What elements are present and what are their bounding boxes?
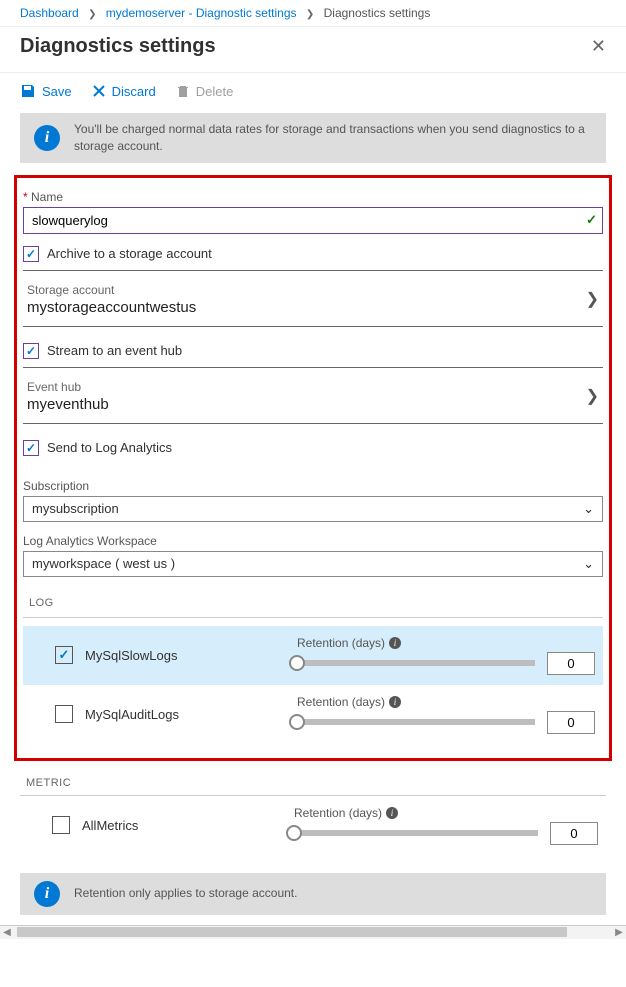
archive-label: Archive to a storage account [47,246,212,261]
subscription-select[interactable]: mysubscription ⌄ [23,496,603,522]
log-auditlogs-checkbox[interactable] [55,705,73,723]
metric-allmetrics-checkbox[interactable] [52,816,70,834]
chevron-right-icon: ❯ [586,386,599,406]
metric-row-allmetrics: AllMetrics Retention (days)i [20,796,606,855]
name-label: Name [23,190,603,204]
breadcrumb-current: Diagnostics settings [324,6,431,20]
chevron-right-icon: ❯ [306,9,314,20]
chevron-down-icon: ⌄ [583,556,594,572]
log-name: MySqlAuditLogs [85,707,285,722]
save-button[interactable]: Save [20,83,72,99]
archive-checkbox[interactable] [23,246,39,262]
event-hub-picker[interactable]: Event hub myeventhub ❯ [23,376,603,424]
stream-checkbox[interactable] [23,343,39,359]
info-banner-retention: i Retention only applies to storage acco… [20,873,606,915]
retention-slider[interactable] [297,719,535,725]
retention-days-input[interactable] [550,822,598,845]
log-section-header: LOG [29,597,603,609]
horizontal-scrollbar[interactable]: ◀ ▶ [0,925,626,939]
breadcrumb-server[interactable]: mydemoserver - Diagnostic settings [106,6,297,20]
discard-icon [92,84,106,98]
scroll-left-icon[interactable]: ◀ [0,927,14,938]
page-title: Diagnostics settings [20,35,216,58]
delete-button: Delete [176,83,234,99]
workspace-select[interactable]: myworkspace ( west us ) ⌄ [23,551,603,577]
highlighted-form-region: Name ✓ Archive to a storage account Stor… [14,175,612,761]
log-row-auditlogs: MySqlAuditLogs Retention (days)i [23,685,603,744]
stream-label: Stream to an event hub [47,343,182,358]
breadcrumb-dashboard[interactable]: Dashboard [20,6,79,20]
delete-icon [176,84,190,98]
workspace-label: Log Analytics Workspace [23,534,603,548]
storage-account-picker[interactable]: Storage account mystorageaccountwestus ❯ [23,279,603,327]
toolbar: Save Discard Delete [0,72,626,113]
retention-days-input[interactable] [547,652,595,675]
log-slowlogs-checkbox[interactable] [55,646,73,664]
chevron-down-icon: ⌄ [583,501,594,517]
info-icon: i [34,125,60,151]
log-row-slowlogs: MySqlSlowLogs Retention (days)i [23,626,603,685]
info-icon: i [34,881,60,907]
metric-name: AllMetrics [82,818,282,833]
send-log-analytics-label: Send to Log Analytics [47,440,172,455]
info-banner-rates: i You'll be charged normal data rates fo… [20,113,606,163]
metric-section-header: METRIC [26,777,606,789]
breadcrumb: Dashboard ❯ mydemoserver - Diagnostic se… [0,0,626,27]
save-icon [20,83,36,99]
subscription-label: Subscription [23,479,603,493]
retention-slider[interactable] [294,830,538,836]
retention-days-input[interactable] [547,711,595,734]
send-log-analytics-checkbox[interactable] [23,440,39,456]
discard-button[interactable]: Discard [92,83,156,99]
chevron-right-icon: ❯ [88,9,96,20]
log-name: MySqlSlowLogs [85,648,285,663]
scroll-right-icon[interactable]: ▶ [612,927,626,938]
close-button[interactable]: ✕ [591,36,606,57]
scrollbar-thumb[interactable] [17,927,567,937]
info-hint-icon[interactable]: i [389,696,401,708]
info-hint-icon[interactable]: i [389,637,401,649]
info-hint-icon[interactable]: i [386,807,398,819]
retention-slider[interactable] [297,660,535,666]
valid-check-icon: ✓ [586,212,597,228]
chevron-right-icon: ❯ [586,289,599,309]
name-input[interactable] [23,207,603,234]
